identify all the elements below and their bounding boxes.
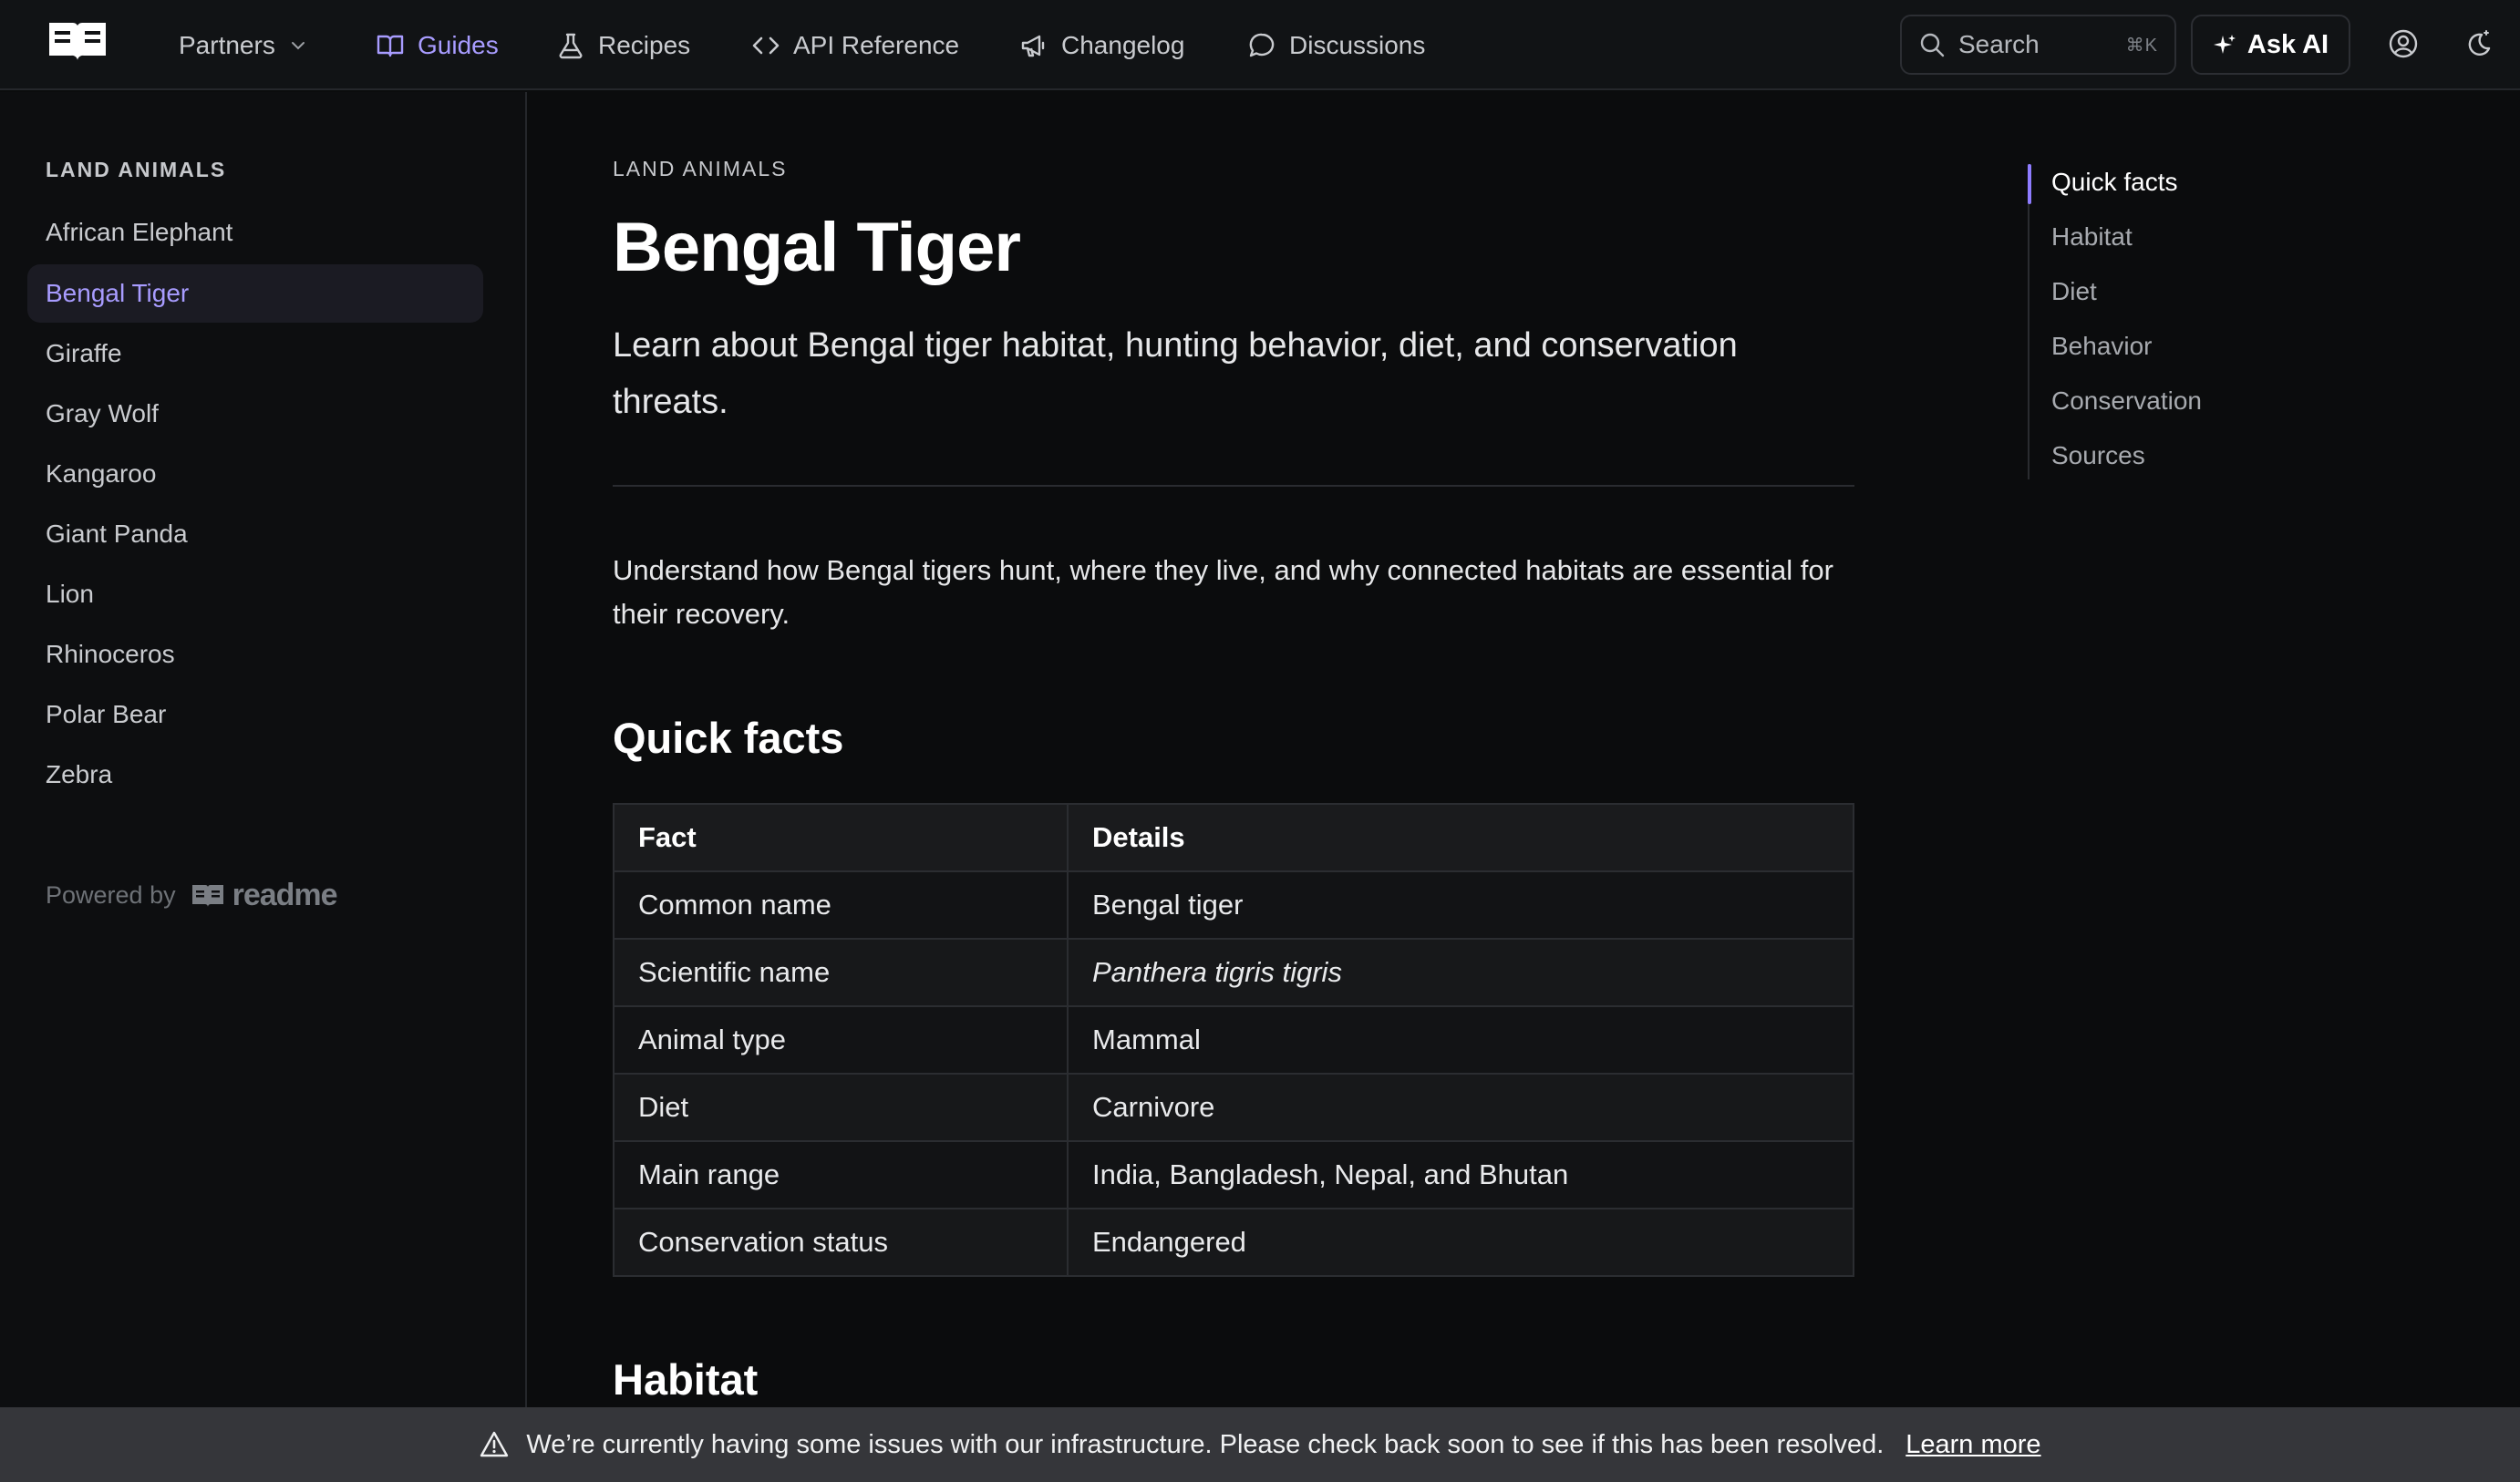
table-row: Conservation status Endangered <box>613 1208 1854 1277</box>
powered-by-label: Powered by <box>46 881 176 909</box>
code-icon <box>751 31 780 60</box>
sparkle-icon <box>2213 33 2236 57</box>
readme-mark-icon <box>191 883 225 909</box>
banner-learn-more-link[interactable]: Learn more <box>1905 1430 2040 1460</box>
nav-discussions-label: Discussions <box>1289 30 1426 59</box>
sidebar-item-label: Giraffe <box>46 339 122 367</box>
table-of-contents: Quick facts Habitat Diet Behavior Conser… <box>2028 164 2411 479</box>
page-title: Bengal Tiger <box>613 209 1021 286</box>
toc-item-sources[interactable]: Sources <box>2051 441 2145 470</box>
intro-paragraph: Understand how Bengal tigers hunt, where… <box>613 554 1833 630</box>
nav-api-reference[interactable]: API Reference <box>751 0 959 90</box>
toc-item-diet[interactable]: Diet <box>2051 277 2097 306</box>
powered-by-readme[interactable]: Powered by readme <box>46 878 338 913</box>
sidebar-item-lion[interactable]: Lion <box>27 565 483 623</box>
toc-item-habitat[interactable]: Habitat <box>2051 222 2133 252</box>
table-row: Diet Carnivore <box>613 1073 1854 1142</box>
sidebar-item-label: Gray Wolf <box>46 399 159 427</box>
nav-changelog[interactable]: Changelog <box>1019 0 1184 90</box>
sidebar-item-label: Giant Panda <box>46 520 188 548</box>
nav-guides-label: Guides <box>418 30 499 59</box>
content-divider <box>613 485 1854 487</box>
nav-api-reference-label: API Reference <box>793 30 960 59</box>
habitat-heading: Habitat <box>613 1355 759 1404</box>
sidebar-item-gray-wolf[interactable]: Gray Wolf <box>27 385 483 443</box>
quick-facts-table: Fact Details Common name Bengal tiger Sc… <box>613 803 1854 1277</box>
table-cell-details: India, Bangladesh, Nepal, and Bhutan <box>1067 1140 1854 1209</box>
nav-partners-label: Partners <box>179 30 275 59</box>
table-cell-fact: Animal type <box>613 1005 1069 1075</box>
table-cell-details: Bengal tiger <box>1067 870 1854 940</box>
banner-message: We’re currently having some issues with … <box>526 1429 1885 1459</box>
left-sidebar: LAND ANIMALS African Elephant Bengal Tig… <box>0 92 527 1407</box>
table-cell-details: Carnivore <box>1067 1073 1854 1142</box>
page-eyebrow: LAND ANIMALS <box>613 157 788 180</box>
status-banner: We’re currently having some issues with … <box>0 1407 2520 1482</box>
sidebar-item-label: Kangaroo <box>46 459 157 488</box>
table-cell-fact: Common name <box>613 870 1069 940</box>
readme-brand-label: readme <box>232 878 338 912</box>
table-cell-details: Panthera tigris tigris <box>1067 938 1854 1007</box>
table-cell-fact: Conservation status <box>613 1208 1069 1277</box>
readme-logo-icon[interactable] <box>46 19 109 65</box>
search-icon <box>1918 31 1946 58</box>
sidebar-item-giraffe[interactable]: Giraffe <box>27 324 483 383</box>
megaphone-icon <box>1019 31 1048 60</box>
book-icon <box>376 31 405 60</box>
search-input[interactable]: Search ⌘K <box>1900 15 2176 75</box>
flask-icon <box>556 31 585 60</box>
sidebar-item-african-elephant[interactable]: African Elephant <box>27 203 483 262</box>
sidebar-item-label: African Elephant <box>46 218 233 246</box>
search-label: Search <box>1958 30 2040 58</box>
toc-active-indicator <box>2028 164 2031 204</box>
nav-recipes[interactable]: Recipes <box>556 0 690 90</box>
table-cell-fact: Scientific name <box>613 938 1069 1007</box>
sidebar-item-label: Rhinoceros <box>46 640 175 668</box>
user-account-icon[interactable] <box>2387 27 2420 60</box>
toc-item-behavior[interactable]: Behavior <box>2051 332 2153 361</box>
table-cell-details: Mammal <box>1067 1005 1854 1075</box>
ask-ai-label: Ask AI <box>2246 29 2329 59</box>
sidebar-item-bengal-tiger[interactable]: Bengal Tiger <box>27 264 483 323</box>
nav-recipes-label: Recipes <box>598 30 691 59</box>
sidebar-item-polar-bear[interactable]: Polar Bear <box>27 685 483 744</box>
quick-facts-heading: Quick facts <box>613 714 844 762</box>
table-row: Scientific name Panthera tigris tigris <box>613 938 1854 1007</box>
warning-icon <box>479 1429 510 1460</box>
table-cell-fact: Diet <box>613 1073 1069 1142</box>
sidebar-item-label: Zebra <box>46 760 113 788</box>
table-cell-fact: Main range <box>613 1140 1069 1209</box>
table-row: Animal type Mammal <box>613 1005 1854 1075</box>
table-header-details: Details <box>1067 803 1854 872</box>
nav-guides[interactable]: Guides <box>376 0 499 90</box>
sidebar-item-zebra[interactable]: Zebra <box>27 746 483 804</box>
sidebar-item-kangaroo[interactable]: Kangaroo <box>27 445 483 503</box>
sidebar-item-label: Lion <box>46 580 94 608</box>
nav-discussions[interactable]: Discussions <box>1247 0 1425 90</box>
table-cell-details: Endangered <box>1067 1208 1854 1277</box>
table-row: Common name Bengal tiger <box>613 870 1854 940</box>
page-subtitle: Learn about Bengal tiger habitat, huntin… <box>613 326 1738 421</box>
sidebar-item-giant-panda[interactable]: Giant Panda <box>27 505 483 563</box>
sidebar-item-rhinoceros[interactable]: Rhinoceros <box>27 625 483 684</box>
readme-brand: readme <box>191 878 338 913</box>
nav-partners-dropdown[interactable]: Partners <box>179 0 308 90</box>
top-nav: Partners Guides Recipes API Reference Ch… <box>0 0 2520 90</box>
sidebar-heading: LAND ANIMALS <box>46 158 227 181</box>
ask-ai-button[interactable]: Ask AI <box>2191 15 2350 75</box>
table-header-row: Fact Details <box>613 803 1854 872</box>
sidebar-item-label: Polar Bear <box>46 700 167 728</box>
table-header-fact: Fact <box>613 803 1069 872</box>
toc-item-quick-facts[interactable]: Quick facts <box>2051 168 2177 197</box>
toc-item-conservation[interactable]: Conservation <box>2051 386 2202 416</box>
theme-toggle-icon[interactable] <box>2462 27 2494 60</box>
table-row: Main range India, Bangladesh, Nepal, and… <box>613 1140 1854 1209</box>
chat-bubble-icon <box>1247 31 1276 60</box>
chevron-down-icon <box>288 36 308 56</box>
search-shortcut: ⌘K <box>2125 35 2158 56</box>
nav-changelog-label: Changelog <box>1061 30 1185 59</box>
sidebar-item-label: Bengal Tiger <box>46 279 190 307</box>
